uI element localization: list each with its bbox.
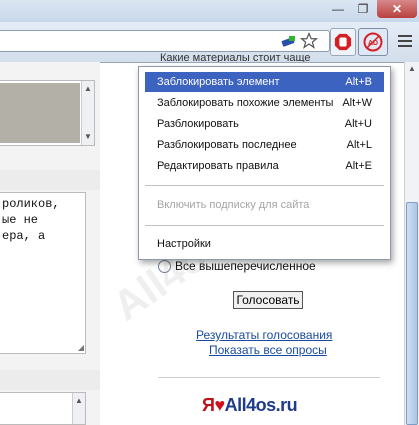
comment-textarea[interactable]: роликов, ые не ера, а ◢ — [0, 192, 86, 354]
menu-item-label: Включить подписку для сайта — [157, 199, 310, 211]
menu-item-label: Настройки — [157, 238, 211, 250]
menu-separator — [145, 185, 384, 186]
menu-icon[interactable] — [394, 30, 416, 52]
menu-item-block-element[interactable]: Заблокировать элемент Alt+B — [145, 72, 384, 92]
menu-item-shortcut: Alt+U — [344, 118, 372, 130]
scrollbar-thumb[interactable] — [406, 202, 418, 425]
panel-scrollbar[interactable]: ▲ ▼ — [81, 81, 94, 145]
menu-item-shortcut: Alt+W — [342, 97, 372, 109]
site-logo[interactable]: Я♥All4os.ru — [202, 395, 298, 416]
menu-item-label: Редактировать правила — [157, 160, 279, 172]
scroll-up-arrow[interactable]: ▲ — [73, 395, 85, 407]
section-divider-2 — [0, 370, 100, 390]
page-scrollbar[interactable]: ▲ — [404, 62, 419, 425]
menu-item-edit-rules[interactable]: Редактировать правила Alt+E — [145, 156, 384, 176]
poll-option-all[interactable]: Все вышеперечисленное — [158, 259, 316, 273]
menu-item-label: Разблокировать — [157, 118, 239, 130]
textarea-content: роликов, ые не ера, а — [2, 197, 60, 243]
logo-text: All4os.ru — [224, 395, 298, 415]
stop-block-icon[interactable] — [330, 28, 356, 56]
menu-item-unblock-last[interactable]: Разблокировать последнее Alt+L — [145, 135, 384, 155]
minimize-button[interactable]: — — [325, 0, 351, 18]
adblock-context-menu: Заблокировать элемент Alt+B Заблокироват… — [138, 66, 391, 260]
page-left-column: ▲ ▼ роликов, ые не ера, а ◢ ▲ — [0, 62, 100, 425]
restore-button[interactable]: ❐ — [350, 0, 376, 18]
menu-item-label: Разблокировать последнее — [157, 139, 297, 151]
menu-item-settings[interactable]: Настройки — [145, 234, 384, 254]
menu-item-unblock[interactable]: Разблокировать Alt+U — [145, 114, 384, 134]
image-placeholder — [0, 83, 80, 143]
scroll-down-arrow[interactable]: ▼ — [82, 131, 94, 143]
menu-item-shortcut: Alt+L — [346, 139, 372, 151]
image-panel: ▲ ▼ — [0, 80, 95, 146]
green-flag-icon[interactable] — [278, 30, 300, 52]
menu-item-shortcut: Alt+B — [345, 76, 372, 88]
poll-question-text: Какие материалы стоит чаще — [160, 52, 311, 62]
vote-button[interactable]: Голосовать — [233, 291, 303, 309]
menu-item-enable-subscription: Включить подписку для сайта — [145, 195, 384, 215]
divider-line — [158, 377, 380, 378]
menu-item-label: Заблокировать элемент — [157, 76, 280, 88]
lower-panel-scrollbar[interactable]: ▲ — [72, 393, 85, 424]
menu-item-shortcut: Alt+E — [345, 160, 372, 172]
star-icon[interactable] — [298, 30, 320, 52]
section-divider — [0, 170, 100, 190]
radio-label: Все вышеперечисленное — [175, 259, 316, 273]
resize-grip-icon[interactable]: ◢ — [78, 343, 84, 352]
scroll-up-arrow[interactable]: ▲ — [406, 64, 418, 74]
radio-button[interactable] — [158, 259, 171, 273]
adblock-icon[interactable]: AD — [358, 28, 388, 56]
heart-icon: ♥ — [214, 395, 225, 415]
logo-ya: Я — [202, 395, 215, 415]
menu-separator — [145, 225, 384, 226]
scroll-up-arrow[interactable]: ▲ — [82, 83, 94, 95]
poll-results-link[interactable]: Результаты голосования — [196, 328, 332, 342]
close-button[interactable]: ✕ — [377, 0, 417, 18]
all-polls-link[interactable]: Показать все опросы — [209, 343, 327, 357]
lower-panel: ▲ — [0, 392, 86, 425]
menu-item-block-similar[interactable]: Заблокировать похожие элементы Alt+W — [145, 93, 384, 113]
menu-item-label: Заблокировать похожие элементы — [157, 97, 334, 109]
